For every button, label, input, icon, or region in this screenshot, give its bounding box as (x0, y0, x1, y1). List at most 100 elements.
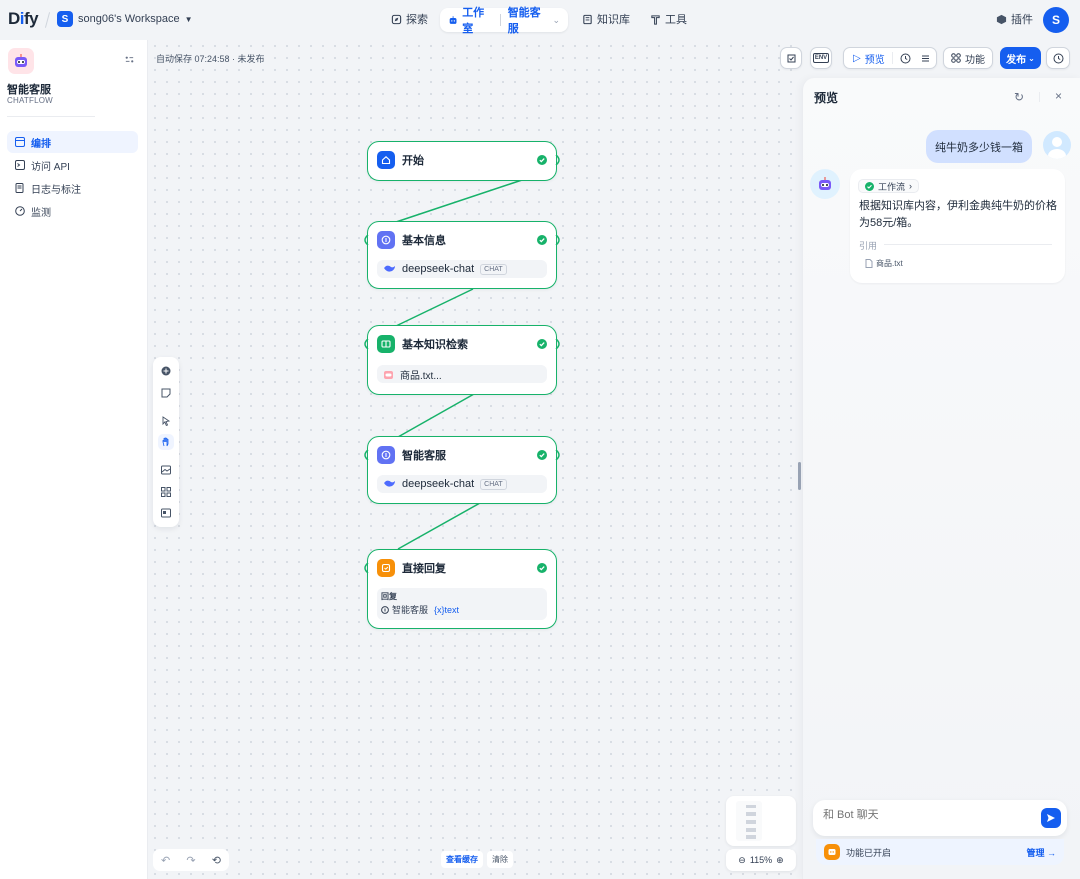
zoom-out-icon[interactable]: ⊖ (738, 855, 746, 866)
file-icon (865, 259, 873, 268)
send-icon (1047, 814, 1055, 822)
export-image-icon[interactable] (158, 462, 174, 478)
citation-divider (884, 244, 1052, 245)
reply-content-box[interactable]: 回复 智能客服 {x}text (377, 588, 547, 620)
features-enabled-icon (824, 844, 840, 860)
features-button[interactable]: 功能 (943, 47, 993, 69)
bot-answer: 根据知识库内容，伊利金典纯牛奶的价格为58元/箱。 (859, 200, 1057, 229)
panel-resize-handle[interactable] (798, 462, 801, 490)
undo-redo-bar: ↶ ↷ ⟲ (153, 849, 229, 871)
node-input-handle[interactable] (361, 234, 369, 246)
preview-group: ▷ 预览 (843, 47, 937, 69)
dataset-robot-icon (384, 370, 393, 379)
history-icon[interactable]: ⟲ (212, 854, 221, 867)
node-header: 直接回复 (377, 559, 446, 577)
features-enabled-label: 功能已开启 (846, 847, 892, 858)
send-button[interactable] (1041, 808, 1061, 828)
citation-file[interactable]: 商品.txt (865, 258, 903, 269)
canvas-tools (153, 357, 179, 527)
clear-cache-button[interactable]: 清除 (487, 851, 513, 868)
zoom-level[interactable]: 115% (750, 855, 772, 865)
variable-name: {x}text (434, 604, 460, 615)
preview-button[interactable]: 预览 (865, 51, 885, 66)
dataset-name: 商品.txt... (400, 370, 442, 382)
edge-llm-answer (397, 502, 481, 550)
chat-input[interactable] (823, 809, 1023, 821)
user-avatar-icon (1043, 131, 1071, 159)
features-label: 功能 (965, 54, 985, 66)
cache-bar: 查看缓存 清除 (441, 851, 513, 868)
node-header: 智能客服 (377, 446, 446, 464)
bot-avatar-icon (810, 169, 840, 199)
node-title: 基本信息 (402, 235, 446, 247)
check-circle-icon (537, 155, 547, 165)
reply-variable: 智能客服 {x}text (381, 603, 459, 616)
reply-icon (377, 559, 395, 577)
node-input-handle[interactable] (361, 562, 369, 574)
redo-icon[interactable]: ↷ (186, 854, 195, 867)
node-output-handle[interactable] (555, 338, 563, 350)
model-selector[interactable]: deepseek-chat CHAT (377, 475, 547, 493)
model-selector[interactable]: deepseek-chat CHAT (377, 260, 547, 278)
node-output-handle[interactable] (555, 449, 563, 461)
node-knowledge-retrieval[interactable]: 基本知识检索 商品.txt... (364, 325, 560, 395)
node-direct-reply[interactable]: 直接回复 回复 智能客服 {x}text (364, 549, 557, 629)
pointer-icon[interactable] (158, 413, 174, 429)
features-bar: 功能已开启 管理 → (816, 839, 1064, 865)
book-open-icon (377, 335, 395, 353)
node-header: 基本知识检索 (377, 335, 468, 353)
view-cache-button[interactable]: 查看缓存 (441, 851, 483, 868)
node-header: 基本信息 (377, 231, 446, 249)
home-icon (377, 151, 395, 169)
toolbar-divider (891, 52, 893, 64)
manage-features-link[interactable]: 管理 → (1026, 846, 1056, 859)
minimap[interactable] (726, 796, 796, 846)
organize-icon[interactable] (158, 484, 174, 500)
llm-icon (377, 446, 395, 464)
play-icon[interactable]: ▷ (853, 53, 861, 64)
zoom-in-icon[interactable]: ⊕ (776, 855, 784, 866)
version-history-button[interactable] (1046, 47, 1070, 69)
node-title: 智能客服 (402, 450, 446, 462)
chevron-right-icon: › (909, 181, 913, 191)
node-smart-cs[interactable]: 智能客服 deepseek-chat CHAT (364, 436, 560, 504)
publish-button[interactable]: 发布 ⌄ (1000, 47, 1041, 69)
edge-start-info (395, 179, 523, 223)
reply-label: 回复 (381, 592, 397, 601)
node-output-handle[interactable] (555, 154, 563, 166)
hand-icon[interactable] (158, 434, 174, 450)
workflow-label: 工作流 (878, 181, 906, 192)
run-history-icon[interactable] (900, 53, 911, 64)
publish-label: 发布 (1006, 54, 1027, 66)
check-circle-icon (865, 181, 874, 191)
panel-divider (1039, 92, 1040, 102)
add-note-icon[interactable] (158, 385, 174, 401)
chat-input-box (813, 800, 1067, 836)
restart-icon[interactable]: ↻ (1014, 90, 1024, 104)
deepseek-icon (384, 265, 395, 272)
close-icon[interactable]: × (1055, 89, 1062, 103)
grid-icon (951, 53, 961, 63)
history-icon (1053, 53, 1063, 63)
node-input-handle[interactable] (361, 338, 369, 350)
preview-panel: 预览 ↻ × 纯牛奶多少钱一箱 工作流 › 根据知识库内容，伊利金典纯牛奶的价格… (802, 78, 1080, 879)
workflow-trace-toggle[interactable]: 工作流 › (858, 179, 920, 193)
zoom-control: ⊖ 115% ⊕ (726, 849, 796, 871)
info-circle-icon (381, 605, 389, 614)
citation-file-name: 商品.txt (876, 259, 903, 268)
list-icon[interactable] (920, 53, 931, 64)
node-title: 直接回复 (402, 563, 446, 575)
node-title: 开始 (402, 155, 424, 167)
bot-message: 工作流 › 根据知识库内容，伊利金典纯牛奶的价格为58元/箱。 引用 商品.tx… (850, 169, 1065, 283)
node-basic-info[interactable]: 基本信息 deepseek-chat CHAT (364, 221, 560, 289)
node-input-handle[interactable] (361, 449, 369, 461)
minimap-toggle-icon[interactable] (158, 505, 174, 521)
add-node-icon[interactable] (158, 363, 174, 379)
env-button[interactable]: ENV (810, 47, 832, 69)
checklist-button[interactable] (780, 47, 802, 69)
node-start[interactable]: 开始 (367, 141, 560, 181)
check-circle-icon (537, 235, 547, 245)
dataset-item[interactable]: 商品.txt... (377, 365, 547, 383)
undo-icon[interactable]: ↶ (161, 854, 170, 867)
node-output-handle[interactable] (555, 234, 563, 246)
